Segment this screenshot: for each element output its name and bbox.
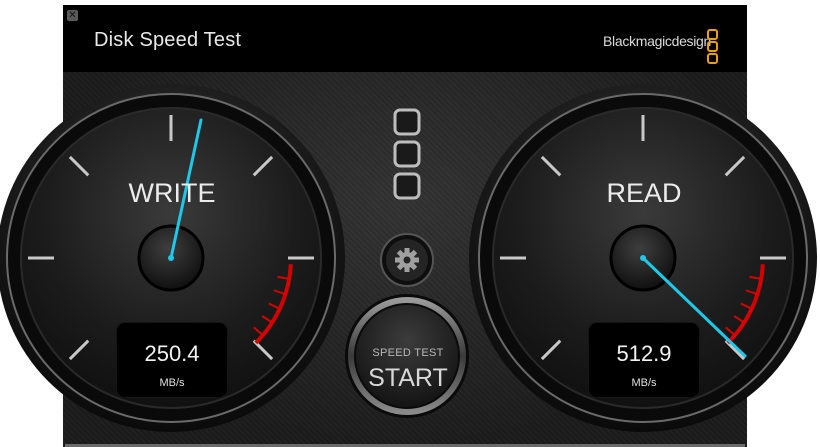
read-needle-pivot [640,255,646,261]
read-gauge-label: READ [606,178,682,208]
write-speed-readout: 250.4 MB/s [117,323,227,397]
three-squares-icon[interactable] [393,108,421,200]
gear-icon [395,248,419,272]
settings-button[interactable] [380,233,434,287]
read-speed-readout: 512.9 MB/s [589,323,699,397]
write-speed-unit: MB/s [159,377,185,389]
read-speed-unit: MB/s [631,377,657,389]
write-gauge-label: WRITE [128,178,216,208]
start-button-caption: SPEED TEST [372,347,444,359]
write-speed-value: 250.4 [144,341,200,366]
read-speed-value: 512.9 [616,341,672,366]
start-button-label[interactable]: START [353,364,463,393]
write-needle-pivot [168,255,174,261]
